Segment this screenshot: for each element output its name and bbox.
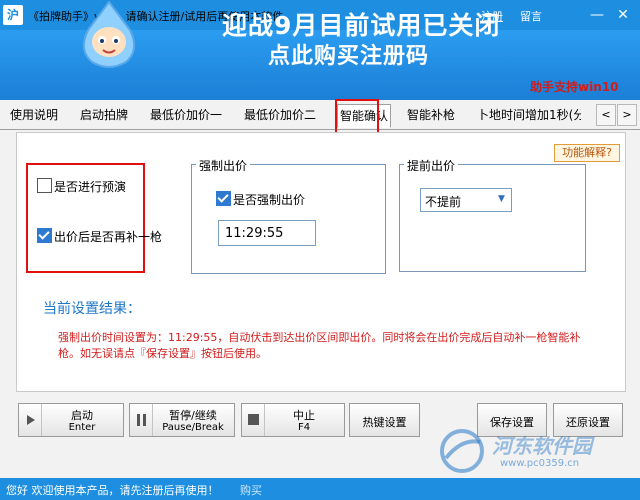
refire-checkbox[interactable]	[37, 228, 52, 243]
tab-smart-confirm[interactable]: 智能确认	[337, 104, 392, 128]
watermark-url: www.pc0359.cn	[500, 458, 580, 469]
pause-button[interactable]: 暂停/继续 Pause/Break	[129, 403, 235, 437]
watermark-logo-icon	[440, 429, 484, 473]
stop-shortcut: F4	[297, 422, 311, 433]
close-button[interactable]: ✕	[612, 4, 634, 26]
restore-settings-label: 还原设置	[566, 416, 610, 429]
tab-start-bidding[interactable]: 启动拍牌	[80, 104, 128, 126]
app-logo: 沪	[3, 5, 23, 25]
force-bid-label: 是否强制出价	[233, 193, 306, 207]
tab-next-arrow[interactable]: >	[617, 104, 637, 126]
start-label: 启动	[71, 409, 93, 422]
hotkey-settings-button[interactable]: 热键设置	[349, 403, 420, 437]
banner-headline[interactable]: 迎战9月目前试用已关闭	[222, 6, 500, 42]
chevron-down-icon: ▼	[498, 194, 505, 204]
function-explain-button[interactable]: 功能解释?	[554, 144, 620, 162]
force-bid-title: 强制出价	[196, 157, 251, 174]
minimize-button[interactable]: —	[586, 4, 608, 26]
stop-label: 中止	[293, 409, 315, 422]
stop-button[interactable]: 中止 F4	[241, 403, 345, 437]
play-icon	[19, 404, 42, 436]
advance-bid-selected: 不提前	[425, 195, 462, 209]
start-button[interactable]: 启动 Enter	[18, 403, 124, 437]
rehearsal-checkbox[interactable]	[37, 178, 52, 193]
result-description: 强制出价时间设置为：11:29:55，自动伏击到达出价区间即出价。同时将会在出价…	[58, 331, 581, 360]
mascot-icon	[82, 0, 136, 68]
pause-shortcut: Pause/Break	[162, 422, 224, 433]
pause-icon	[130, 404, 153, 436]
save-settings-label: 保存设置	[490, 416, 534, 429]
tab-lowest-price-one[interactable]: 最低价加价一	[150, 104, 222, 126]
hotkey-settings-label: 热键设置	[362, 416, 407, 429]
start-shortcut: Enter	[68, 422, 96, 433]
tab-smart-refire[interactable]: 智能补枪	[407, 104, 455, 126]
buy-link[interactable]: 购买	[240, 482, 262, 498]
force-bid-group	[191, 164, 386, 274]
refire-label: 出价后是否再补一枪	[54, 230, 163, 244]
advance-bid-title: 提前出价	[404, 157, 459, 174]
force-bid-checkbox[interactable]	[216, 191, 231, 206]
tab-local-time[interactable]: 卜地时间增加1秒(分	[477, 104, 581, 126]
watermark-text: 河东软件园	[492, 434, 592, 458]
tab-instructions[interactable]: 使用说明	[10, 104, 58, 126]
win10-support-text: 助手支持win10	[530, 80, 619, 94]
banner-buy-text[interactable]: 点此购买注册码	[268, 38, 429, 70]
force-bid-time-input[interactable]: 11:29:55	[218, 220, 316, 246]
rehearsal-label: 是否进行预演	[54, 180, 127, 194]
result-title: 当前设置结果：	[43, 301, 141, 317]
status-message: 您好 欢迎使用本产品，请先注册后再使用！	[6, 484, 219, 497]
tab-lowest-price-two[interactable]: 最低价加价二	[244, 104, 316, 126]
pause-label: 暂停/继续	[169, 409, 217, 422]
advance-bid-group	[399, 164, 586, 272]
stop-icon	[242, 404, 265, 436]
tab-prev-arrow[interactable]: <	[596, 104, 616, 126]
message-link[interactable]: 留言	[520, 8, 542, 24]
